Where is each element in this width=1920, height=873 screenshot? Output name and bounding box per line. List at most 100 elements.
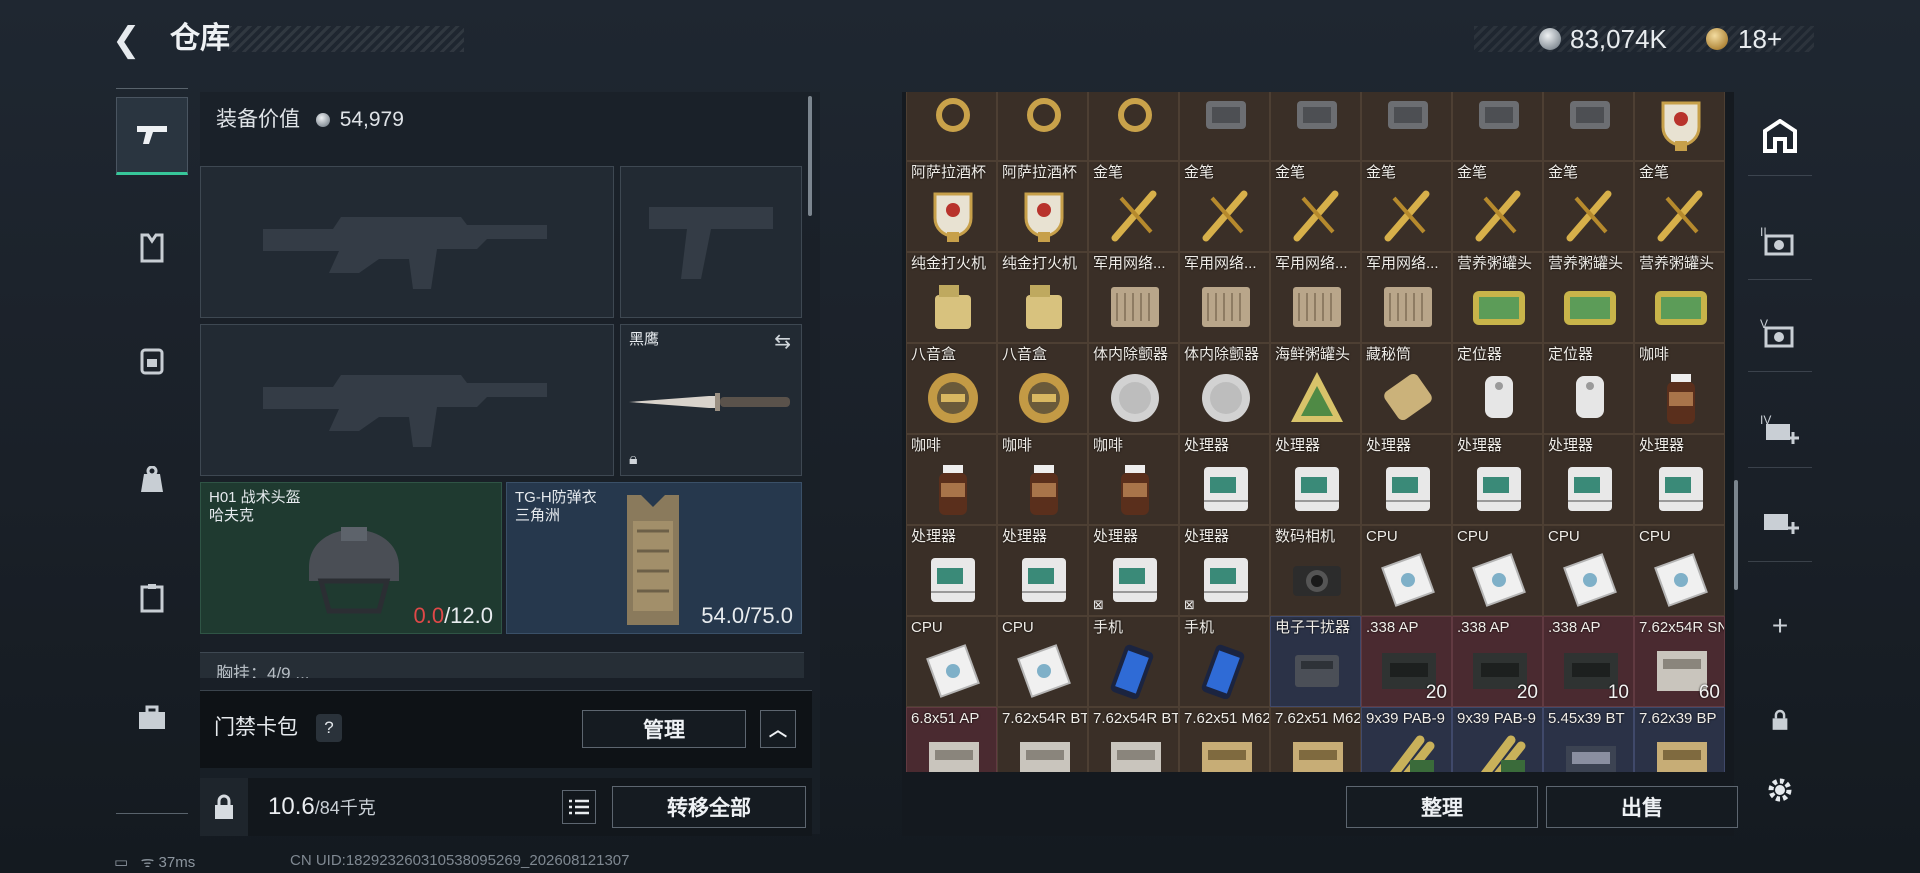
- settings-button[interactable]: [1748, 750, 1812, 830]
- stash-item[interactable]: 军用网络...: [1088, 252, 1179, 343]
- stash-item[interactable]: [906, 92, 997, 161]
- nav-backpack[interactable]: [116, 321, 188, 399]
- equipment-scrollbar[interactable]: [808, 96, 812, 216]
- stash-item[interactable]: 金笔: [1088, 161, 1179, 252]
- stash-tab-5[interactable]: V: [1748, 292, 1812, 372]
- stash-item[interactable]: 阿萨拉酒杯: [997, 161, 1088, 252]
- stash-item[interactable]: 处理器 ⊠: [1088, 525, 1179, 616]
- nav-toolbox[interactable]: [116, 679, 188, 757]
- stash-item[interactable]: 9x39 PAB-960: [1361, 707, 1452, 772]
- stash-item[interactable]: CPU: [906, 616, 997, 707]
- stash-item[interactable]: 金笔: [1452, 161, 1543, 252]
- stash-item[interactable]: 7.62x54R BT60: [1088, 707, 1179, 772]
- secondary-weapon-slot[interactable]: [200, 324, 614, 476]
- stash-scrollbar[interactable]: [1734, 480, 1738, 590]
- stash-item[interactable]: [1270, 92, 1361, 161]
- helmet-slot[interactable]: H01 战术头盔 哈夫克 0.0/12.0: [200, 482, 502, 634]
- stash-item[interactable]: 纯金打火机: [997, 252, 1088, 343]
- stash-item[interactable]: 处理器: [1634, 434, 1725, 525]
- stash-item[interactable]: 咖啡: [997, 434, 1088, 525]
- stash-item[interactable]: 海鲜粥罐头: [1270, 343, 1361, 434]
- stash-item[interactable]: 9x39 PAB-960: [1452, 707, 1543, 772]
- stash-item[interactable]: CPU: [1361, 525, 1452, 616]
- stash-item[interactable]: [1452, 92, 1543, 161]
- stash-item[interactable]: 军用网络...: [1361, 252, 1452, 343]
- stash-item[interactable]: 定位器: [1543, 343, 1634, 434]
- stash-item[interactable]: 纯金打火机: [906, 252, 997, 343]
- stash-home-tab[interactable]: [1748, 96, 1812, 176]
- stash-item[interactable]: .338 AP 20: [1361, 616, 1452, 707]
- collapse-button[interactable]: ︿: [760, 710, 796, 748]
- stash-item[interactable]: .338 AP 20: [1452, 616, 1543, 707]
- chest-rig-slot[interactable]: 胸挂：4/9 ...: [200, 652, 804, 678]
- stash-item[interactable]: 军用网络...: [1270, 252, 1361, 343]
- list-view-button[interactable]: [562, 790, 596, 824]
- stash-item[interactable]: [997, 92, 1088, 161]
- stash-item[interactable]: 数码相机: [1270, 525, 1361, 616]
- back-button[interactable]: ❮: [112, 20, 152, 60]
- stash-item[interactable]: 处理器: [1270, 434, 1361, 525]
- nav-pouch[interactable]: [116, 441, 188, 519]
- stash-item[interactable]: 处理器: [997, 525, 1088, 616]
- stash-item[interactable]: 处理器: [906, 525, 997, 616]
- stash-tab-4[interactable]: IV: [1748, 388, 1812, 468]
- transfer-all-button[interactable]: 转移全部: [612, 786, 806, 828]
- stash-item[interactable]: .338 AP 10: [1543, 616, 1634, 707]
- gold-balance[interactable]: 18+: [1738, 24, 1782, 54]
- armor-slot[interactable]: TG-H防弹衣 三角洲 54.0/75.0: [506, 482, 802, 634]
- stash-item[interactable]: 7.62x54R SNB 60: [1634, 616, 1725, 707]
- sell-button[interactable]: 出售: [1546, 786, 1738, 828]
- stash-item[interactable]: 阿萨拉酒杯: [906, 161, 997, 252]
- stash-item[interactable]: 处理器: [1452, 434, 1543, 525]
- stash-item[interactable]: 八音盒: [997, 343, 1088, 434]
- stash-item[interactable]: 军用网络...: [1179, 252, 1270, 343]
- stash-item[interactable]: 金笔: [1361, 161, 1452, 252]
- stash-item[interactable]: 5.45x39 BT60: [1543, 707, 1634, 772]
- stash-item[interactable]: CPU: [1634, 525, 1725, 616]
- melee-slot[interactable]: 黑鹰 ⇆ 🔒︎: [620, 324, 802, 476]
- stash-item[interactable]: 八音盒: [906, 343, 997, 434]
- stash-item[interactable]: 金笔: [1543, 161, 1634, 252]
- stash-item[interactable]: 7.62x54R BT60: [997, 707, 1088, 772]
- lock-toggle[interactable]: [1748, 680, 1812, 760]
- stash-item[interactable]: 手机: [1179, 616, 1270, 707]
- help-icon[interactable]: ?: [316, 714, 342, 742]
- plus-icon[interactable]: +: [1748, 586, 1812, 666]
- stash-item[interactable]: 处理器: [1179, 434, 1270, 525]
- stash-item[interactable]: 金笔: [1179, 161, 1270, 252]
- stash-item[interactable]: 金笔: [1634, 161, 1725, 252]
- stash-item[interactable]: [1543, 92, 1634, 161]
- nav-case[interactable]: [116, 559, 188, 637]
- manage-button[interactable]: 管理: [582, 710, 746, 748]
- stash-item[interactable]: 营养粥罐头: [1634, 252, 1725, 343]
- stash-item[interactable]: 处理器: [1543, 434, 1634, 525]
- stash-item[interactable]: [1361, 92, 1452, 161]
- stash-item[interactable]: 6.8x51 AP60: [906, 707, 997, 772]
- stash-item[interactable]: 处理器 ⊠: [1179, 525, 1270, 616]
- stash-item[interactable]: CPU: [1543, 525, 1634, 616]
- stash-item[interactable]: 营养粥罐头: [1543, 252, 1634, 343]
- stash-item[interactable]: 定位器: [1452, 343, 1543, 434]
- stash-item[interactable]: 金笔: [1270, 161, 1361, 252]
- sort-button[interactable]: 整理: [1346, 786, 1538, 828]
- stash-item[interactable]: CPU: [1452, 525, 1543, 616]
- stash-item[interactable]: 体内除颤器: [1179, 343, 1270, 434]
- pistol-slot[interactable]: [620, 166, 802, 318]
- stash-item[interactable]: [1179, 92, 1270, 161]
- stash-item[interactable]: 7.62x39 BP22: [1634, 707, 1725, 772]
- stash-item[interactable]: 咖啡: [1634, 343, 1725, 434]
- stash-item[interactable]: [1634, 92, 1725, 161]
- stash-item[interactable]: 7.62x51 M629: [1270, 707, 1361, 772]
- swap-icon[interactable]: ⇆: [774, 329, 791, 354]
- nav-weapons[interactable]: [116, 97, 188, 175]
- stash-item[interactable]: 藏秘筒: [1361, 343, 1452, 434]
- stash-item[interactable]: 手机: [1088, 616, 1179, 707]
- lock-button[interactable]: [200, 778, 248, 836]
- primary-weapon-slot[interactable]: [200, 166, 614, 318]
- stash-item[interactable]: [1088, 92, 1179, 161]
- stash-item[interactable]: 处理器: [1361, 434, 1452, 525]
- stash-item[interactable]: 电子干扰器: [1270, 616, 1361, 707]
- stash-item[interactable]: 咖啡: [906, 434, 997, 525]
- stash-item[interactable]: 营养粥罐头: [1452, 252, 1543, 343]
- nav-vest[interactable]: [116, 209, 188, 287]
